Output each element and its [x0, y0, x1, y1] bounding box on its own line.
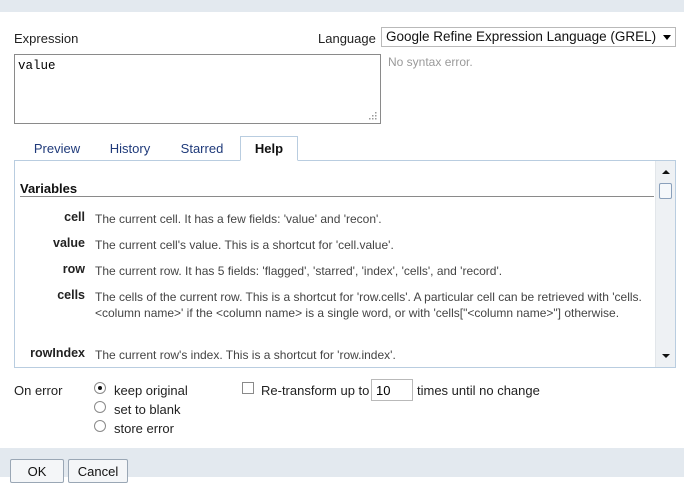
retransform-suffix: times until no change [417, 383, 540, 398]
expression-value: value [18, 59, 56, 73]
radio-set-to-blank[interactable] [94, 401, 106, 413]
language-label: Language [318, 31, 376, 46]
variable-name: cell [64, 210, 85, 224]
scroll-up-icon[interactable] [662, 170, 670, 174]
language-select-value: Google Refine Expression Language (GREL) [386, 29, 657, 44]
on-error-label: On error [14, 383, 63, 398]
scrollbar-thumb[interactable] [659, 183, 672, 199]
variable-name: rowIndex [30, 346, 85, 360]
set-to-blank-label: set to blank [114, 402, 181, 417]
tab-starred[interactable]: Starred [168, 137, 236, 161]
expression-tabs: Preview History Starred Help [14, 136, 676, 161]
retransform-label: Re-transform up to [261, 383, 370, 398]
expression-input[interactable]: value [14, 54, 381, 124]
radio-keep-original[interactable] [94, 382, 106, 394]
variables-heading: Variables [20, 181, 78, 196]
resize-grip-icon[interactable] [368, 111, 377, 120]
variable-description: The current row's index. This is a short… [95, 348, 396, 362]
variable-description: The cells of the current row. This is a … [95, 290, 642, 320]
ok-button[interactable]: OK [10, 459, 64, 483]
keep-original-label: keep original [114, 383, 188, 398]
dialog-title-bar [0, 0, 684, 12]
language-select[interactable]: Google Refine Expression Language (GREL) [381, 27, 676, 47]
expression-label: Expression [14, 31, 79, 46]
tab-preview[interactable]: Preview [22, 137, 92, 161]
tab-help[interactable]: Help [240, 136, 298, 161]
help-scrollbar[interactable] [655, 161, 675, 367]
scroll-down-icon[interactable] [662, 354, 670, 358]
help-panel: Variables cell The current cell. It has … [14, 160, 676, 368]
retransform-checkbox[interactable] [242, 382, 254, 394]
divider [20, 196, 654, 197]
variable-description: The current cell. It has a few fields: '… [95, 212, 382, 226]
tab-history[interactable]: History [98, 137, 162, 161]
variable-description: The current cell's value. This is a shor… [95, 238, 394, 252]
radio-store-error[interactable] [94, 420, 106, 432]
retransform-times-input[interactable]: 10 [371, 379, 413, 401]
variable-name: cells [57, 288, 85, 302]
syntax-status: No syntax error. [388, 55, 473, 69]
chevron-down-icon [663, 35, 671, 40]
variable-description: The current row. It has 5 fields: 'flagg… [95, 264, 503, 278]
variable-name: value [53, 236, 85, 250]
variable-name: row [62, 262, 85, 276]
store-error-label: store error [114, 421, 174, 436]
cancel-button[interactable]: Cancel [68, 459, 128, 483]
